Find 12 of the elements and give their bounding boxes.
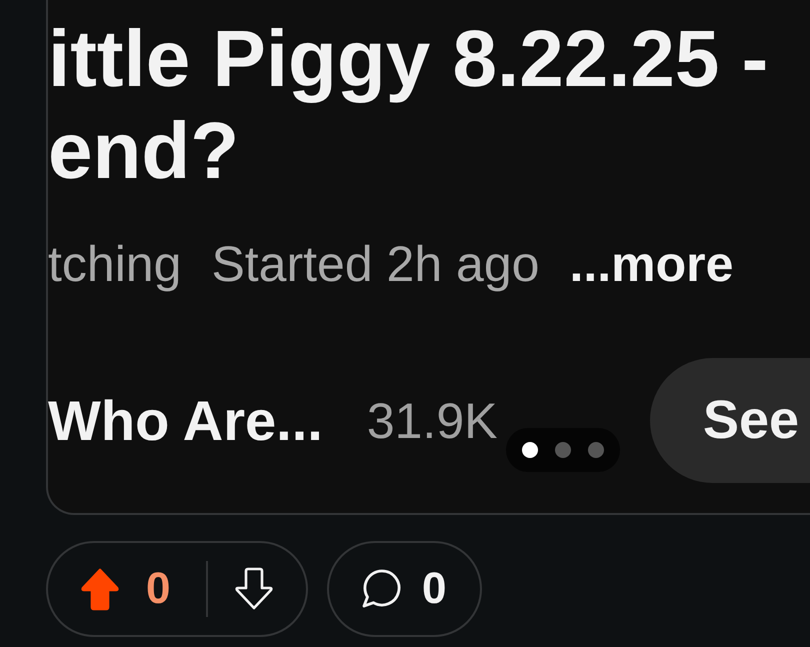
member-count: 31.9K: [366, 392, 498, 448]
upvote-icon[interactable]: [80, 567, 120, 611]
status-text: tching: [48, 235, 182, 294]
vote-score: 0: [146, 564, 170, 614]
comments-button[interactable]: 0: [327, 541, 482, 637]
see-button[interactable]: See: [650, 358, 810, 483]
downvote-icon[interactable]: [234, 567, 274, 611]
started-time-text: Started 2h ago: [211, 235, 540, 294]
community-name: Who Are...: [48, 388, 323, 454]
more-link[interactable]: ...more: [569, 234, 734, 294]
post-title: ittle Piggy 8.22.25 - end?: [48, 13, 768, 197]
speech-bubble-icon: [360, 568, 402, 610]
